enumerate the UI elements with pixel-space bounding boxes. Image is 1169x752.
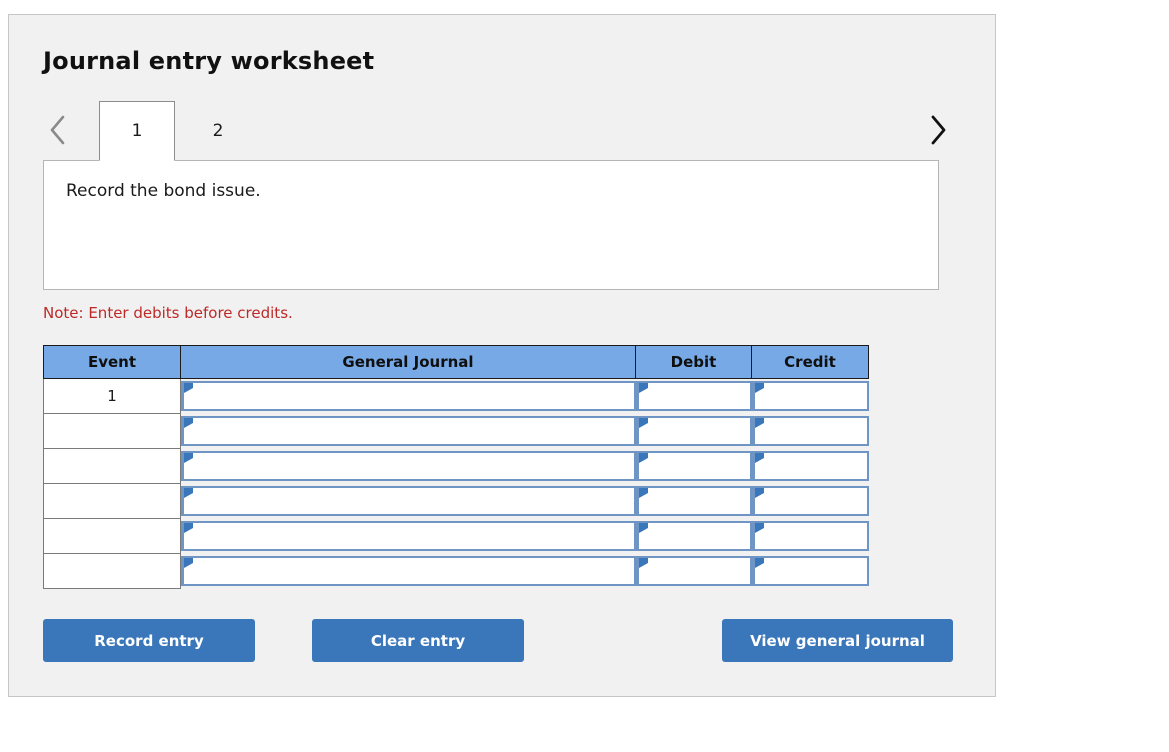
table-row [43,554,869,589]
entry-note: Note: Enter debits before credits. [43,304,293,322]
dropdown-marker-icon [639,488,648,498]
credit-input[interactable] [752,556,869,586]
credit-input[interactable] [752,381,869,411]
cell-general-journal[interactable] [181,554,636,589]
dropdown-marker-icon [639,523,648,533]
dropdown-marker-icon [755,383,764,393]
tab-strip: 1 2 [9,101,997,161]
cell-credit[interactable] [752,449,869,484]
view-general-journal-button[interactable]: View general journal [722,619,953,662]
general-journal-input[interactable] [181,451,636,481]
next-tab-button[interactable] [921,101,955,159]
dropdown-marker-icon [184,523,193,533]
dropdown-marker-icon [755,418,764,428]
table-row: 1 [43,379,869,414]
cell-credit[interactable] [752,379,869,414]
column-header-event: Event [43,345,181,379]
general-journal-input[interactable] [181,381,636,411]
cell-debit[interactable] [636,519,752,554]
dropdown-marker-icon [184,488,193,498]
dropdown-marker-icon [184,418,193,428]
debit-input[interactable] [636,556,752,586]
cell-debit[interactable] [636,554,752,589]
dropdown-marker-icon [755,488,764,498]
cell-event [43,484,181,519]
debit-input[interactable] [636,381,752,411]
cell-event: 1 [43,379,181,414]
cell-credit[interactable] [752,519,869,554]
cell-event [43,554,181,589]
table-row [43,484,869,519]
chevron-right-icon [927,113,949,147]
page-title: Journal entry worksheet [43,47,374,75]
cell-general-journal[interactable] [181,484,636,519]
tab-1[interactable]: 1 [99,101,175,161]
cell-debit[interactable] [636,414,752,449]
debit-input[interactable] [636,486,752,516]
dropdown-marker-icon [639,383,648,393]
tab-1-label: 1 [132,121,143,141]
dropdown-marker-icon [755,453,764,463]
tab-2[interactable]: 2 [187,101,249,161]
table-row [43,449,869,484]
dropdown-marker-icon [639,418,648,428]
cell-event [43,449,181,484]
column-header-general-journal: General Journal [181,345,636,379]
cell-general-journal[interactable] [181,379,636,414]
debit-input[interactable] [636,521,752,551]
general-journal-input[interactable] [181,416,636,446]
general-journal-input[interactable] [181,556,636,586]
dropdown-marker-icon [639,558,648,568]
cell-event [43,519,181,554]
record-entry-button[interactable]: Record entry [43,619,255,662]
cell-event [43,414,181,449]
cell-debit[interactable] [636,484,752,519]
dropdown-marker-icon [184,453,193,463]
cell-debit[interactable] [636,379,752,414]
table-header-row: Event General Journal Debit Credit [43,345,869,379]
journal-entry-table: Event General Journal Debit Credit 1 [43,345,869,589]
journal-entry-worksheet-panel: Journal entry worksheet 1 2 Record the b… [8,14,996,697]
table-row [43,519,869,554]
cell-credit[interactable] [752,484,869,519]
clear-entry-button[interactable]: Clear entry [312,619,524,662]
dropdown-marker-icon [184,558,193,568]
general-journal-input[interactable] [181,521,636,551]
previous-tab-button[interactable] [41,101,75,159]
debit-input[interactable] [636,451,752,481]
column-header-credit: Credit [752,345,869,379]
credit-input[interactable] [752,486,869,516]
debit-input[interactable] [636,416,752,446]
column-header-debit: Debit [636,345,752,379]
general-journal-input[interactable] [181,486,636,516]
dropdown-marker-icon [755,523,764,533]
credit-input[interactable] [752,521,869,551]
cell-general-journal[interactable] [181,449,636,484]
chevron-left-icon [47,113,69,147]
dropdown-marker-icon [184,383,193,393]
dropdown-marker-icon [639,453,648,463]
dropdown-marker-icon [755,558,764,568]
tab-2-label: 2 [213,121,224,141]
credit-input[interactable] [752,416,869,446]
cell-general-journal[interactable] [181,414,636,449]
cell-debit[interactable] [636,449,752,484]
cell-credit[interactable] [752,554,869,589]
cell-general-journal[interactable] [181,519,636,554]
cell-credit[interactable] [752,414,869,449]
transaction-description-box: Record the bond issue. [43,160,939,290]
table-row [43,414,869,449]
credit-input[interactable] [752,451,869,481]
transaction-description-text: Record the bond issue. [66,181,261,201]
